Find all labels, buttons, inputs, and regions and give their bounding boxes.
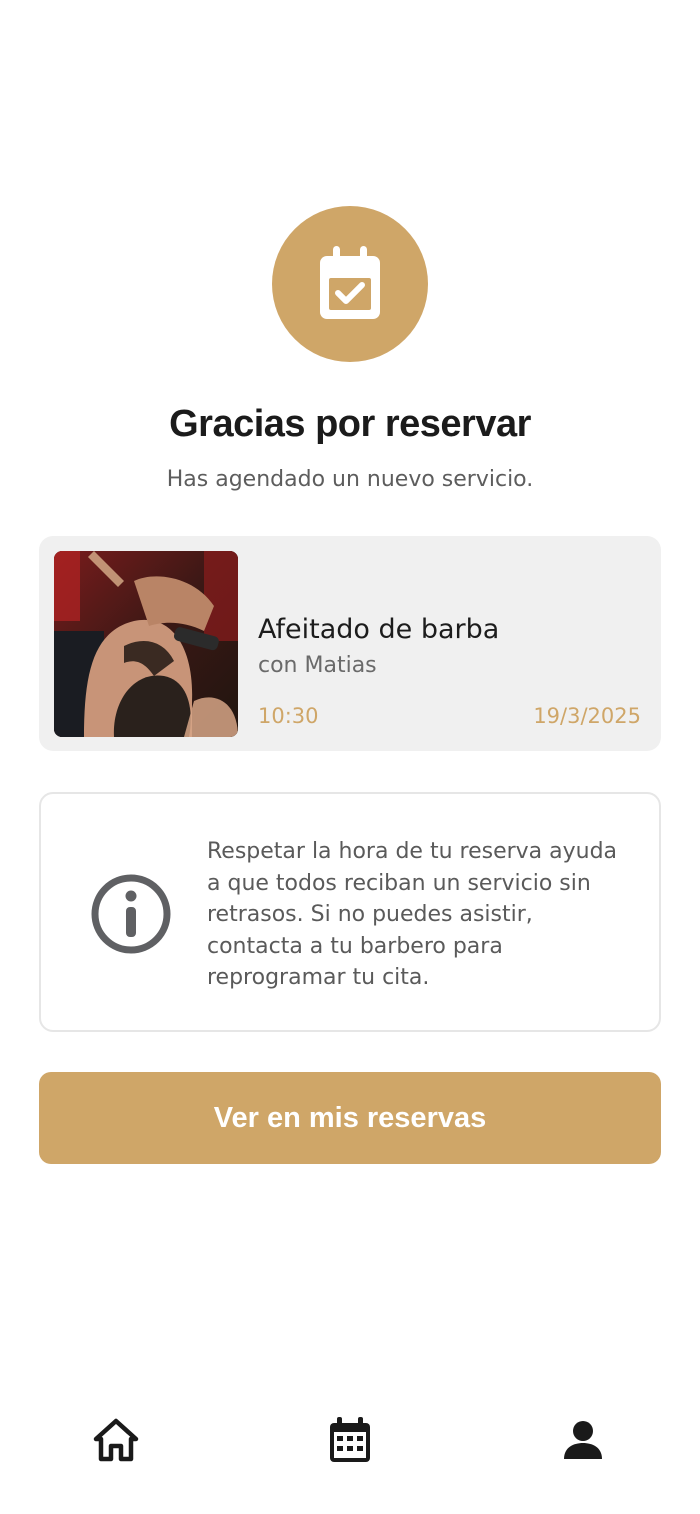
service-photo bbox=[54, 551, 238, 737]
nav-item-profile[interactable] bbox=[553, 1410, 613, 1470]
service-name: Afeitado de barba bbox=[258, 614, 500, 645]
page-subtitle: Has agendado un nuevo servicio. bbox=[166, 467, 534, 492]
booking-date: 19/3/2025 bbox=[533, 704, 641, 728]
booking-time: 10:30 bbox=[258, 704, 319, 728]
nav-item-calendar[interactable] bbox=[320, 1410, 380, 1470]
calendar-icon bbox=[330, 1417, 370, 1462]
bottom-nav bbox=[0, 1390, 700, 1490]
barber-name: con Matias bbox=[258, 653, 377, 678]
nav-item-home[interactable] bbox=[86, 1410, 146, 1470]
booking-card[interactable]: Afeitado de barba con Matias 10:30 19/3/… bbox=[39, 536, 661, 751]
confirmation-badge bbox=[272, 206, 428, 362]
profile-icon bbox=[564, 1421, 602, 1459]
notice-text: Respetar la hora de tu reserva ayuda a q… bbox=[207, 839, 618, 990]
info-icon bbox=[91, 874, 171, 954]
calendar-check-icon bbox=[320, 246, 380, 319]
view-reservations-button[interactable]: Ver en mis reservas bbox=[39, 1072, 661, 1164]
page-title: Gracias por reservar bbox=[169, 403, 531, 445]
barber-shaving-photo bbox=[54, 551, 238, 737]
booking-confirmation-screen: Gracias por reservar Has agendado un nue… bbox=[0, 0, 700, 1514]
notice-card: Respetar la hora de tu reserva ayuda a q… bbox=[39, 792, 661, 1032]
home-icon bbox=[93, 1418, 139, 1462]
